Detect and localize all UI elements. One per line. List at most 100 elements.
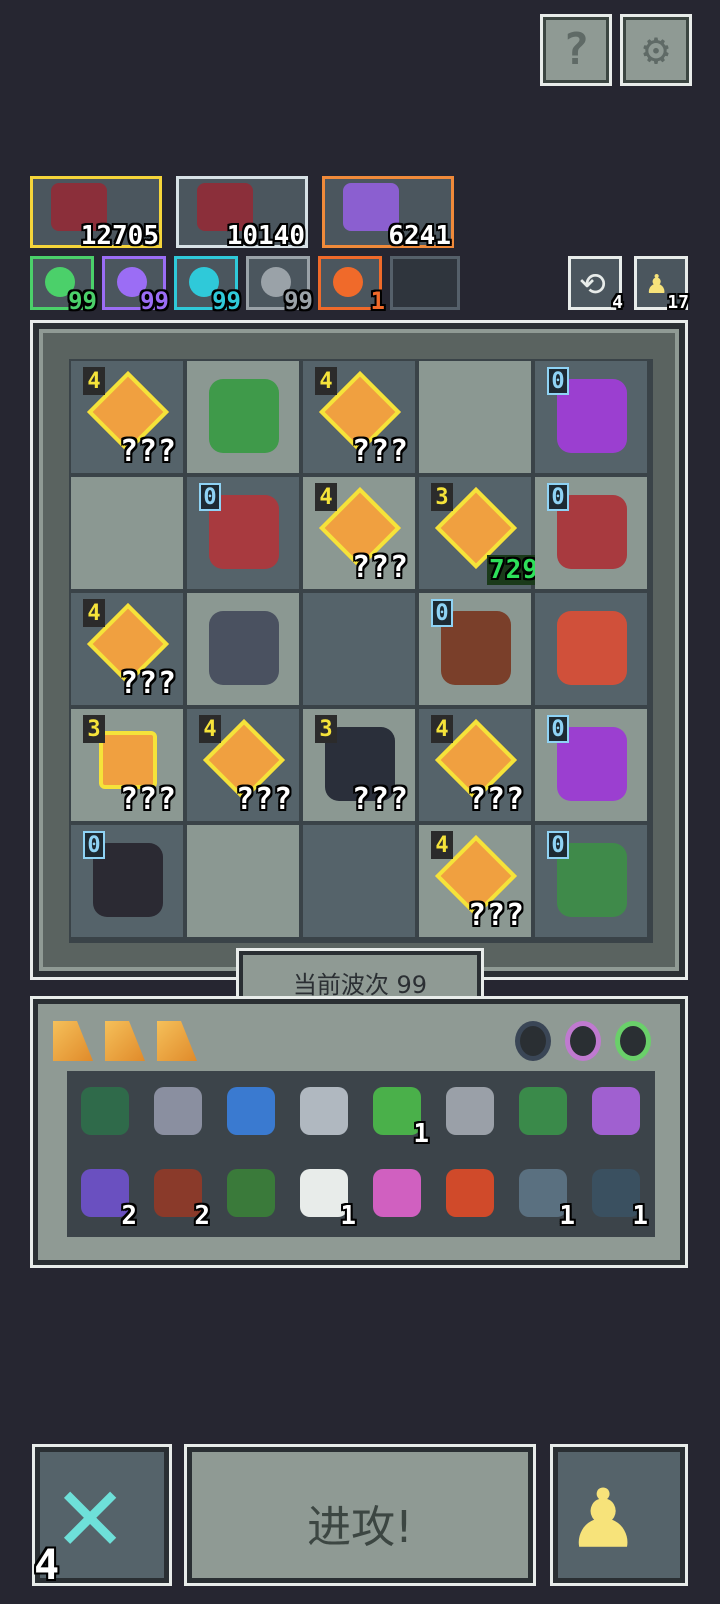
green-ring-icon[interactable] xyxy=(615,1021,651,1061)
board-cell[interactable]: 3??? xyxy=(303,709,415,821)
help-button[interactable]: ? xyxy=(540,14,612,86)
item-count: 2 xyxy=(194,1201,210,1231)
inventory-item[interactable] xyxy=(288,1077,360,1149)
resource-chip[interactable]: 1 xyxy=(318,256,385,315)
inventory-item[interactable] xyxy=(507,1077,579,1149)
item-count: 2 xyxy=(121,1201,137,1231)
unit-power: 12705 xyxy=(80,221,159,251)
board-cell[interactable]: 4??? xyxy=(71,361,183,473)
inventory-item[interactable] xyxy=(142,1077,214,1149)
resource-chip[interactable]: 99 xyxy=(246,256,313,315)
crystal-shard-icon[interactable] xyxy=(157,1021,197,1061)
green-chest-icon xyxy=(227,1169,275,1217)
unit-power: 10140 xyxy=(226,221,305,251)
level-badge: 0 xyxy=(547,367,569,395)
board-cell[interactable]: 0 xyxy=(71,825,183,937)
crystal-shard-icon[interactable] xyxy=(105,1021,145,1061)
inventory-item[interactable] xyxy=(434,1159,506,1231)
board-cell[interactable] xyxy=(187,825,299,937)
unknown-value-label: ??? xyxy=(119,666,177,701)
inventory-item[interactable]: 2 xyxy=(142,1159,214,1231)
board-cell[interactable]: 4??? xyxy=(419,709,531,821)
board-cell[interactable]: 4??? xyxy=(419,825,531,937)
attack-button[interactable]: 进攻! xyxy=(184,1444,536,1586)
refresh-stat[interactable]: ⟲ 4 xyxy=(568,256,623,313)
level-badge: 3 xyxy=(315,715,337,743)
cancel-count: 4 xyxy=(34,1540,60,1589)
level-badge: 0 xyxy=(83,831,105,859)
unit-power: 6241 xyxy=(388,221,451,251)
inventory-item[interactable]: 1 xyxy=(507,1159,579,1231)
board-cell[interactable]: 0 xyxy=(419,593,531,705)
level-badge: 0 xyxy=(547,831,569,859)
board-cell[interactable] xyxy=(71,477,183,589)
inventory-item[interactable]: 1 xyxy=(361,1077,433,1149)
inventory-item[interactable] xyxy=(580,1077,652,1149)
settings-button[interactable]: ⚙ xyxy=(620,14,692,86)
board-cell[interactable]: 4??? xyxy=(71,593,183,705)
gear-icon: ⚙ xyxy=(642,24,670,75)
resource-chip[interactable]: 99 xyxy=(102,256,169,315)
board-cell[interactable]: 0 xyxy=(535,825,647,937)
level-badge: 4 xyxy=(315,483,337,511)
level-badge: 4 xyxy=(431,715,453,743)
board-cell[interactable] xyxy=(303,593,415,705)
resource-count: 99 xyxy=(212,287,241,315)
close-icon: ✕ xyxy=(57,1448,124,1576)
green-spear-icon xyxy=(519,1087,567,1135)
crystal-shard-icon[interactable] xyxy=(53,1021,93,1061)
unknown-value-label: ??? xyxy=(351,434,409,469)
board-cell[interactable]: 3 729 xyxy=(419,477,541,589)
inventory-item[interactable] xyxy=(215,1159,287,1231)
board-cell[interactable]: 0 xyxy=(187,477,299,589)
board-cell[interactable] xyxy=(187,593,299,705)
board-cell[interactable]: 4??? xyxy=(303,361,415,473)
inventory-item[interactable]: 1 xyxy=(288,1159,360,1231)
orange-flame-icon xyxy=(333,267,363,297)
unit-portrait[interactable]: 12705 xyxy=(30,176,162,251)
blue-feather-icon xyxy=(227,1087,275,1135)
pickaxe-icon xyxy=(154,1087,202,1135)
unknown-value-label: ??? xyxy=(119,434,177,469)
resource-chip[interactable]: 99 xyxy=(174,256,241,315)
hero-button[interactable]: ♟ xyxy=(550,1444,688,1586)
egg-ring-icon[interactable] xyxy=(565,1021,601,1061)
resource-chip[interactable]: 99 xyxy=(30,256,97,315)
board-cell[interactable]: 0 xyxy=(535,361,647,473)
inventory-item[interactable]: 1 xyxy=(580,1159,652,1231)
board-cell[interactable] xyxy=(535,593,647,705)
inventory-item[interactable] xyxy=(69,1077,141,1149)
bug-icon[interactable] xyxy=(515,1021,551,1061)
resource-count: 1 xyxy=(370,287,385,315)
green-tree-monster-icon xyxy=(209,379,279,453)
level-badge: 3 xyxy=(431,483,453,511)
unit-portrait[interactable]: 6241 xyxy=(322,176,454,251)
board-cell[interactable]: 0 xyxy=(535,709,647,821)
inventory-grid: 1 2 2 1 1 1 xyxy=(67,1071,655,1237)
unit-portrait[interactable]: 10140 xyxy=(176,176,308,251)
pink-arrow-icon xyxy=(373,1169,421,1217)
board-cell[interactable] xyxy=(419,361,531,473)
inventory-item[interactable] xyxy=(361,1159,433,1231)
spiky-plant-icon xyxy=(557,611,627,685)
refresh-count: 4 xyxy=(612,292,623,313)
level-badge: 4 xyxy=(431,831,453,859)
unknown-value-label: ??? xyxy=(235,782,293,817)
board-cell[interactable]: 0 xyxy=(535,477,647,589)
board-cell[interactable] xyxy=(187,361,299,473)
battle-board: 4??? 4??? 0 0 4??? 3 729 0 4??? 0 3??? 4??? 3??? 4???… xyxy=(30,320,688,980)
inventory-panel: 1 2 2 1 1 1 xyxy=(30,996,688,1268)
value-label: 729 xyxy=(487,555,541,585)
unknown-value-label: ??? xyxy=(467,782,525,817)
inventory-item[interactable]: 2 xyxy=(69,1159,141,1231)
level-badge: 0 xyxy=(547,483,569,511)
pawn-icon: ♟ xyxy=(573,1454,634,1571)
inventory-item[interactable] xyxy=(434,1077,506,1149)
inventory-item[interactable] xyxy=(215,1077,287,1149)
board-cell[interactable]: 4??? xyxy=(187,709,299,821)
level-badge: 4 xyxy=(83,367,105,395)
pawn-stat[interactable]: ♟ 17 xyxy=(634,256,689,313)
board-cell[interactable]: 3??? xyxy=(71,709,183,821)
board-cell[interactable]: 4??? xyxy=(303,477,415,589)
board-cell[interactable] xyxy=(303,825,415,937)
